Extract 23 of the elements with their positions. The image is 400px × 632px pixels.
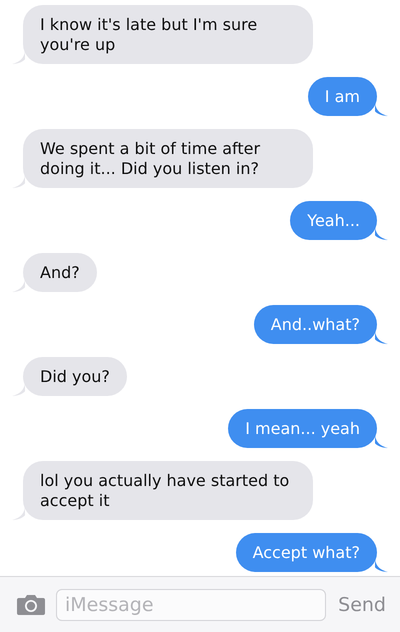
- bubble-tail: [375, 227, 388, 240]
- message-bubble: lol you actually have started to accept it: [23, 461, 313, 520]
- bubble-tail: [375, 103, 388, 116]
- bubble-tail: [12, 175, 25, 188]
- bubble-tail: [12, 51, 25, 64]
- bubble-tail: [375, 559, 388, 572]
- message-bubble: Accept what?: [236, 533, 377, 572]
- bubble-tail: [12, 279, 25, 292]
- bubble-tail: [375, 435, 388, 448]
- message-field[interactable]: iMessage: [56, 588, 326, 620]
- message-bubble: I am: [308, 77, 377, 116]
- message-bubble: And?: [23, 253, 97, 292]
- message-bubble: We spent a bit of time after doing it... Did you listen in?: [23, 129, 313, 188]
- bubble-tail: [12, 383, 25, 396]
- send-button[interactable]: Send: [336, 594, 386, 616]
- message-bubble: And..what?: [254, 305, 377, 344]
- camera-icon[interactable]: [16, 594, 46, 616]
- message-bubble: I mean... yeah: [228, 409, 377, 448]
- bubble-tail: [375, 331, 388, 344]
- message-bubble: Yeah...: [290, 201, 377, 240]
- message-bubble: I know it's late but I'm sure you're up: [23, 5, 313, 64]
- bubble-tail: [12, 507, 25, 520]
- message-bubble: Did you?: [23, 357, 127, 396]
